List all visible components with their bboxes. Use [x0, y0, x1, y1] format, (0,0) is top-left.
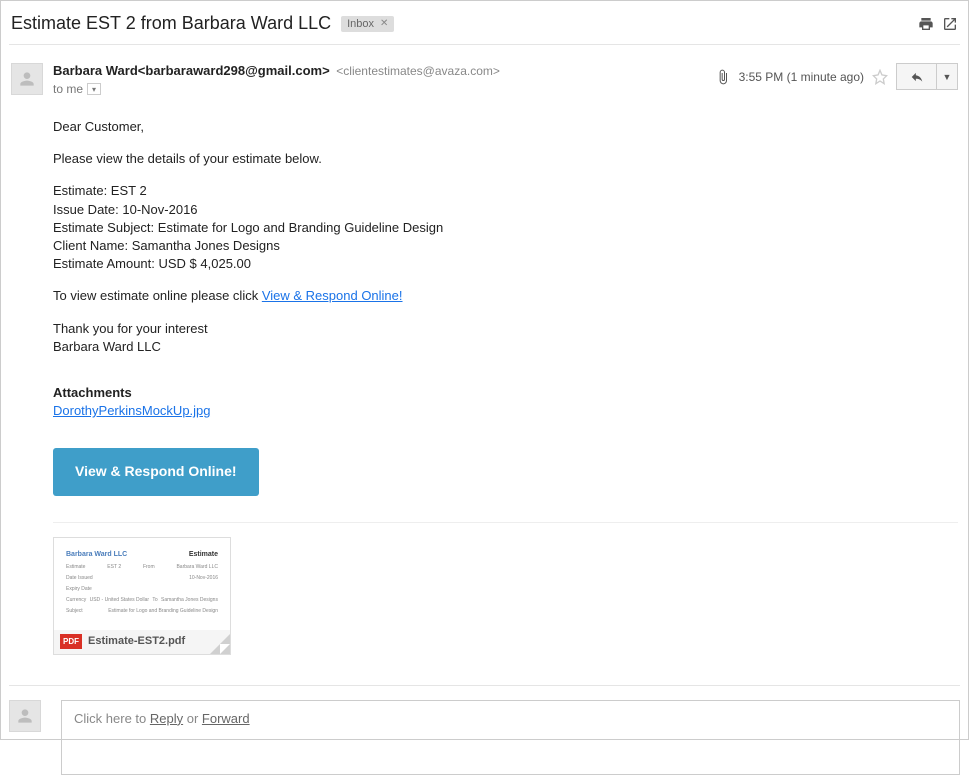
reply-more-button[interactable]: ▼: [936, 63, 958, 90]
forward-label[interactable]: Forward: [202, 711, 250, 726]
timestamp: 3:55 PM (1 minute ago): [739, 70, 864, 84]
greeting: Dear Customer,: [53, 118, 958, 136]
sender-email: <barbaraward298@gmail.com>: [138, 63, 330, 78]
view-respond-link[interactable]: View & Respond Online!: [262, 288, 403, 303]
dog-ear-icon: [210, 634, 230, 654]
email-header: Estimate EST 2 from Barbara Ward LLC Inb…: [9, 9, 960, 45]
intro: Please view the details of your estimate…: [53, 150, 958, 168]
email-message: Barbara Ward<barbaraward298@gmail.com> <…: [9, 45, 960, 655]
sender-name: Barbara Ward: [53, 63, 138, 78]
divider: [53, 522, 958, 523]
print-icon[interactable]: [918, 16, 934, 32]
thanks: Thank you for your interest: [53, 320, 958, 338]
star-icon[interactable]: [872, 69, 888, 85]
inbox-tag-label: Inbox: [347, 18, 374, 30]
field-subject: Estimate Subject: Estimate for Logo and …: [53, 219, 958, 237]
email-body: Dear Customer, Please view the details o…: [53, 118, 958, 655]
reply-middle: or: [183, 711, 202, 726]
field-estimate: Estimate: EST 2: [53, 182, 958, 200]
view-respond-button[interactable]: View & Respond Online!: [53, 448, 259, 496]
reply-prefix: Click here to: [74, 711, 150, 726]
sender-line: Barbara Ward<barbaraward298@gmail.com> <…: [53, 63, 500, 78]
view-prefix: To view estimate online please click: [53, 288, 262, 303]
thumb-company: Barbara Ward LLC: [66, 551, 127, 558]
attachments-heading: Attachments: [53, 384, 958, 402]
avatar: [9, 700, 41, 732]
attachment-thumbnail[interactable]: Barbara Ward LLC Estimate EstimateEST 2F…: [53, 537, 231, 655]
attachment-icon[interactable]: [715, 69, 731, 85]
new-window-icon[interactable]: [942, 16, 958, 32]
reply-button[interactable]: [896, 63, 936, 90]
attachment-filename: Estimate-EST2.pdf: [88, 634, 185, 649]
pdf-badge: PDF: [60, 634, 82, 649]
email-subject: Estimate EST 2 from Barbara Ward LLC: [11, 13, 331, 34]
signoff: Barbara Ward LLC: [53, 338, 958, 356]
attachment-link[interactable]: DorothyPerkinsMockUp.jpg: [53, 403, 211, 418]
inbox-tag[interactable]: Inbox ✕: [341, 16, 394, 32]
thumb-doc-label: Estimate: [189, 550, 218, 560]
to-line: to me: [53, 82, 83, 96]
reply-label[interactable]: Reply: [150, 711, 183, 726]
field-issue-date: Issue Date: 10-Nov-2016: [53, 201, 958, 219]
recipient-details-toggle[interactable]: ▾: [87, 83, 101, 95]
reply-to: <clientestimates@avaza.com>: [336, 64, 500, 78]
avatar: [11, 63, 43, 95]
reply-area: Click here to Reply or Forward: [9, 685, 960, 775]
close-icon[interactable]: ✕: [380, 18, 388, 29]
field-client: Client Name: Samantha Jones Designs: [53, 237, 958, 255]
reply-input[interactable]: Click here to Reply or Forward: [61, 700, 960, 775]
field-amount: Estimate Amount: USD $ 4,025.00: [53, 255, 958, 273]
